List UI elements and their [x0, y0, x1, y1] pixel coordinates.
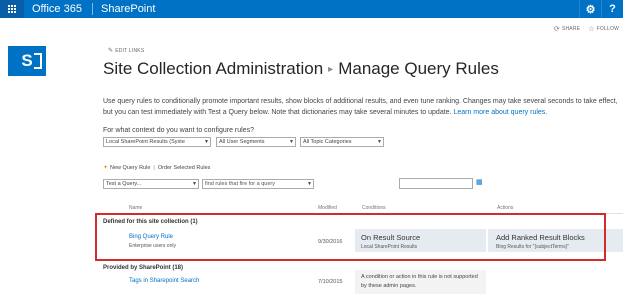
sharepoint-logo[interactable]: S — [8, 46, 46, 76]
office365-brand[interactable]: Office 365 — [32, 2, 82, 16]
order-rules-link[interactable]: Order Selected Rules — [158, 165, 211, 171]
page-description: Use query rules to conditionally promote… — [103, 96, 623, 118]
rule-modified: 7/10/2015 — [318, 279, 343, 285]
rule-modified: 9/30/2016 — [318, 239, 343, 245]
breadcrumb-current: Manage Query Rules — [338, 59, 499, 78]
action-title: Add Ranked Result Blocks — [496, 233, 585, 242]
breadcrumb-arrow-icon: ▸ — [328, 63, 334, 75]
learn-more-link[interactable]: Learn more about query rules. — [453, 109, 547, 116]
new-query-rule-link[interactable]: New Query Rule — [110, 165, 150, 171]
condition-detail: Local SharePoint Results — [361, 244, 418, 250]
find-rules-select[interactable]: find rules that fire for a query ▼ — [202, 179, 314, 189]
context-label: For what context do you want to configur… — [103, 127, 254, 134]
rule-name-link[interactable]: Tags in Sharepoint Search — [129, 278, 199, 284]
chevron-down-icon: ▼ — [204, 139, 209, 145]
group-site-collection: Defined for this site collection (1) — [103, 219, 198, 225]
gear-icon[interactable]: ⚙ — [579, 0, 601, 18]
chevron-down-icon: ▼ — [289, 139, 294, 145]
test-query-select[interactable]: Test a Query... ▼ — [103, 179, 199, 189]
suite-divider — [92, 3, 93, 15]
topic-categories-select[interactable]: All Topic Categories ▼ — [300, 137, 384, 147]
chevron-down-icon: ▼ — [377, 139, 382, 145]
suite-bar: Office 365 SharePoint ⚙ ? — [0, 0, 623, 18]
condition-title: On Result Source — [361, 233, 421, 242]
filter-input[interactable] — [399, 178, 473, 189]
sharepoint-product-link[interactable]: SharePoint — [101, 2, 155, 16]
chevron-down-icon: ▼ — [192, 181, 197, 187]
star-icon: ☆ — [588, 26, 595, 33]
column-header-actions: Actions — [497, 205, 514, 211]
question-icon[interactable]: ? — [601, 0, 623, 18]
column-header-conditions: Conditions — [362, 205, 386, 211]
share-icon: ⟳ — [553, 26, 560, 33]
group-provided-by-sharepoint: Provided by SharePoint (18) — [103, 265, 184, 271]
edit-links-label: EDIT LINKS — [115, 48, 145, 54]
user-segments-select[interactable]: All User Segments ▼ — [216, 137, 296, 147]
column-header-modified[interactable]: Modified — [318, 205, 337, 211]
breadcrumb-site-settings[interactable]: Site Collection Administration — [103, 59, 323, 78]
page-title: Site Collection Administration ▸ Manage Qu… — [103, 58, 499, 81]
topic-categories-value: All Topic Categories — [303, 139, 352, 145]
rule-name-link[interactable]: Bing Query Rule — [129, 234, 173, 240]
chevron-down-icon: ▼ — [307, 181, 312, 187]
action-detail: Bing Results for "{subjectTerms}" — [496, 244, 570, 250]
follow-button[interactable]: ☆ FOLLOW — [588, 25, 619, 33]
edit-links-button[interactable]: ✎ EDIT LINKS — [108, 47, 144, 54]
command-bar: ✦ New Query Rule | Order Selected Rules — [103, 164, 211, 172]
share-button[interactable]: ⟳ SHARE — [554, 25, 580, 33]
test-query-value: Test a Query... — [106, 181, 142, 187]
command-divider: | — [153, 164, 155, 171]
column-header-name[interactable]: Name — [129, 205, 142, 211]
condition-note: A condition or action in this rule is no… — [361, 274, 478, 289]
follow-label: FOLLOW — [596, 26, 619, 32]
find-rules-value: find rules that fire for a query — [205, 181, 276, 187]
app-launcher-icon[interactable] — [0, 0, 24, 18]
result-source-select[interactable]: Local SharePoint Results (Syste ▼ — [103, 137, 211, 147]
result-source-value: Local SharePoint Results (Syste — [106, 139, 185, 145]
rule-segment: Enterprise users only — [129, 243, 176, 249]
share-label: SHARE — [561, 26, 581, 32]
user-segments-value: All User Segments — [219, 139, 265, 145]
grid-icon[interactable]: ▦ — [476, 179, 484, 187]
header-divider — [100, 213, 623, 214]
new-rule-icon: ✦ — [103, 165, 109, 171]
pencil-icon: ✎ — [108, 48, 114, 54]
